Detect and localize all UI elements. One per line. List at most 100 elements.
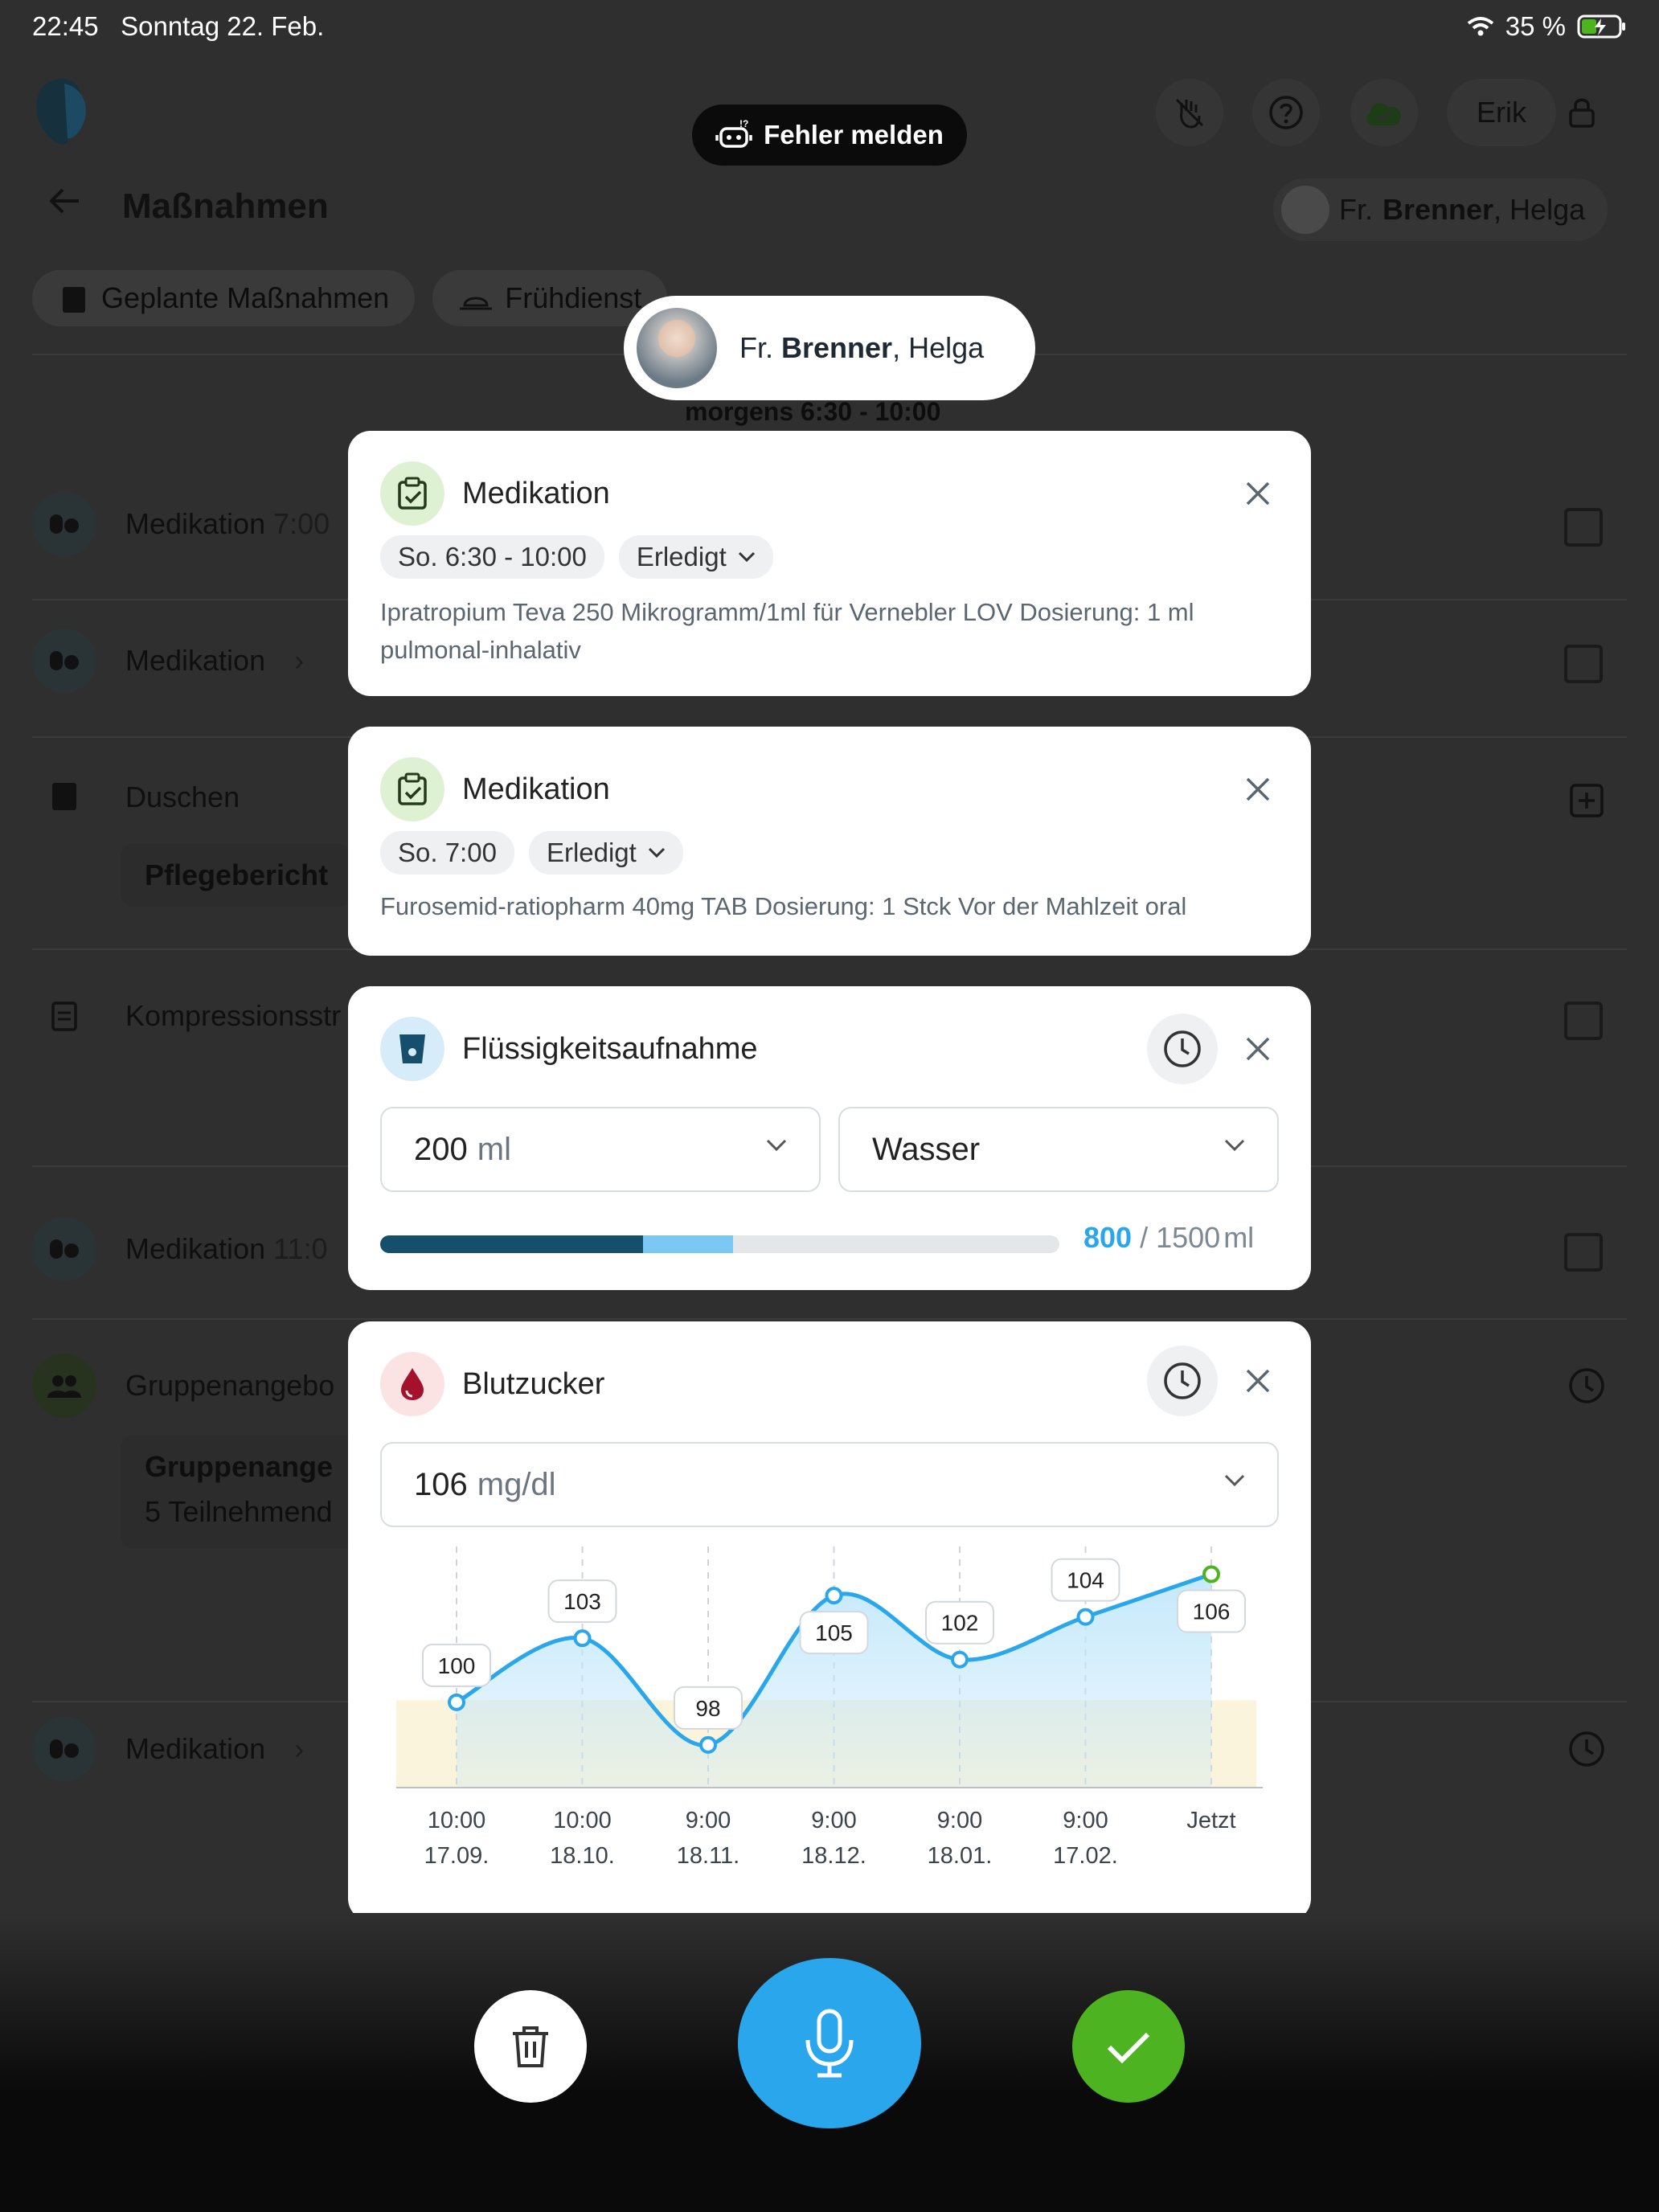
- status-time: 22:45 Sonntag 22. Feb.: [32, 11, 325, 41]
- cloud-sync-icon[interactable]: [1350, 79, 1418, 146]
- list-item[interactable]: Medikation ›: [32, 629, 304, 693]
- gesture-icon[interactable]: [1156, 79, 1223, 146]
- robot-icon: !?: [715, 119, 752, 148]
- blood-drop-icon: [380, 1352, 444, 1416]
- fluid-intake-card: Flüssigkeitsaufnahme 200 ml Wasser 800 / …: [348, 986, 1311, 1290]
- microphone-icon: [805, 2009, 854, 2078]
- checkmark-icon: [1107, 2032, 1150, 2063]
- checkbox[interactable]: [1564, 645, 1603, 683]
- medication-card-2: Medikation So. 7:00 Erledigt Furosemid-r…: [348, 727, 1311, 956]
- data-label: 106: [1193, 1600, 1231, 1624]
- time-chip: So. 7:00: [380, 831, 514, 875]
- x-tick-label: 18.12.: [801, 1843, 866, 1869]
- close-icon[interactable]: [1240, 476, 1276, 511]
- microphone-button[interactable]: [738, 1958, 921, 2128]
- data-point: [951, 1650, 969, 1669]
- group-offer-box[interactable]: Gruppenange 5 Teilnehmend: [121, 1436, 378, 1548]
- x-tick-label: 9:00: [686, 1808, 731, 1833]
- data-label: 103: [563, 1589, 601, 1614]
- avatar: [1281, 186, 1329, 234]
- tab-planned[interactable]: Geplante Maßnahmen: [32, 270, 416, 326]
- status-dropdown[interactable]: Erledigt: [618, 535, 773, 579]
- medication-description: Ipratropium Teva 250 Mikrogramm/1ml für …: [380, 598, 1194, 664]
- fluid-progress-bar: [380, 1235, 1059, 1253]
- clock-button[interactable]: [1147, 1346, 1218, 1416]
- x-tick-label: 18.01.: [928, 1843, 993, 1869]
- checkbox[interactable]: [1564, 508, 1603, 547]
- battery-percent: 35 %: [1505, 11, 1566, 41]
- chevron-down-icon: [738, 551, 755, 563]
- report-error-button[interactable]: !? Fehler melden: [692, 104, 967, 166]
- battery-icon: [1577, 14, 1625, 39]
- confirm-button[interactable]: [1072, 1990, 1185, 2103]
- list-item[interactable]: Medikation 7:00: [32, 492, 330, 556]
- list-item[interactable]: Medikation 11:0: [32, 1217, 328, 1281]
- progress-new: [642, 1235, 734, 1253]
- blood-sugar-select[interactable]: 106 mg/dl: [380, 1442, 1279, 1527]
- checkbox[interactable]: [1564, 1002, 1603, 1040]
- list-item[interactable]: Kompressionsstr: [32, 984, 341, 1048]
- trash-icon: [513, 2026, 548, 2067]
- lock-icon[interactable]: [1548, 79, 1616, 146]
- checkbox[interactable]: [1564, 1233, 1603, 1272]
- card-title: Blutzucker: [462, 1366, 605, 1401]
- app-logo: [32, 76, 93, 152]
- pill-icon: [32, 629, 96, 693]
- list-item[interactable]: Gruppenangebo: [32, 1354, 334, 1418]
- clock-icon: [1164, 1030, 1201, 1067]
- book-icon: [32, 765, 96, 830]
- data-point: [699, 1735, 717, 1754]
- drink-select[interactable]: Wasser: [838, 1107, 1279, 1192]
- clock-icon[interactable]: [1567, 1366, 1606, 1409]
- chevron-down-icon: [766, 1139, 787, 1152]
- back-icon[interactable]: [47, 185, 82, 221]
- x-tick-label: 10:00: [428, 1808, 486, 1833]
- card-title: Medikation: [462, 772, 610, 806]
- patient-pill[interactable]: Fr. Brenner, Helga: [624, 296, 1035, 400]
- time-chip: So. 6:30 - 10:00: [380, 535, 604, 579]
- x-tick-label: 9:00: [937, 1808, 982, 1833]
- card-title: Flüssigkeitsaufnahme: [462, 1031, 758, 1066]
- medication-description: Furosemid-ratiopharm 40mg TAB Dosierung:…: [380, 892, 1187, 920]
- help-icon[interactable]: [1252, 79, 1320, 146]
- data-point: [1076, 1608, 1095, 1626]
- clock-icon[interactable]: [1567, 1730, 1606, 1772]
- delete-button[interactable]: [474, 1990, 587, 2103]
- data-point: [573, 1629, 592, 1648]
- user-name[interactable]: Erik: [1447, 79, 1556, 146]
- data-label: 104: [1067, 1568, 1104, 1593]
- card-title: Medikation: [462, 476, 610, 510]
- close-icon[interactable]: [1240, 1031, 1276, 1067]
- chevron-down-icon: [1224, 1139, 1245, 1152]
- patient-header-chip[interactable]: Fr. Brenner, Helga: [1273, 178, 1608, 241]
- fluid-total: 800 / 1500 ml: [1083, 1221, 1255, 1254]
- data-label: 105: [815, 1620, 853, 1645]
- list-item[interactable]: Medikation ›: [32, 1717, 304, 1781]
- amount-select[interactable]: 200 ml: [380, 1107, 821, 1192]
- x-tick-label: 9:00: [811, 1808, 856, 1833]
- pill-icon: [32, 1717, 96, 1781]
- add-icon[interactable]: [1569, 783, 1604, 822]
- clipboard-icon: [63, 287, 85, 313]
- list-item[interactable]: Duschen: [32, 765, 240, 830]
- clipboard-list-icon: [32, 984, 96, 1048]
- data-label: 102: [941, 1611, 979, 1636]
- x-tick-label: 17.09.: [424, 1843, 490, 1869]
- clock-icon: [1164, 1362, 1201, 1399]
- data-point: [448, 1693, 465, 1711]
- data-point: [1202, 1565, 1220, 1583]
- close-icon[interactable]: [1240, 772, 1276, 807]
- blood-sugar-card: Blutzucker 106 mg/dl 100 103 98 105 102 104 106…: [348, 1321, 1311, 1921]
- status-dropdown[interactable]: Erledigt: [528, 831, 683, 875]
- blood-sugar-chart: 100 103 98 105 102 104 106 10:00 17.09. 10:00 18.1…: [396, 1546, 1263, 1869]
- clipboard-check-icon: [380, 461, 444, 526]
- medication-card-1: Medikation So. 6:30 - 10:00 Erledigt Ipr…: [348, 431, 1311, 696]
- group-icon: [32, 1354, 96, 1418]
- data-point: [825, 1587, 843, 1605]
- close-icon[interactable]: [1240, 1363, 1276, 1399]
- status-indicators: 35 %: [1467, 11, 1627, 42]
- clock-button[interactable]: [1147, 1014, 1218, 1084]
- clipboard-check-icon: [380, 757, 444, 821]
- section-label: morgens 6:30 - 10:00: [685, 397, 941, 426]
- pflegebericht-tag[interactable]: Pflegebericht: [121, 844, 353, 907]
